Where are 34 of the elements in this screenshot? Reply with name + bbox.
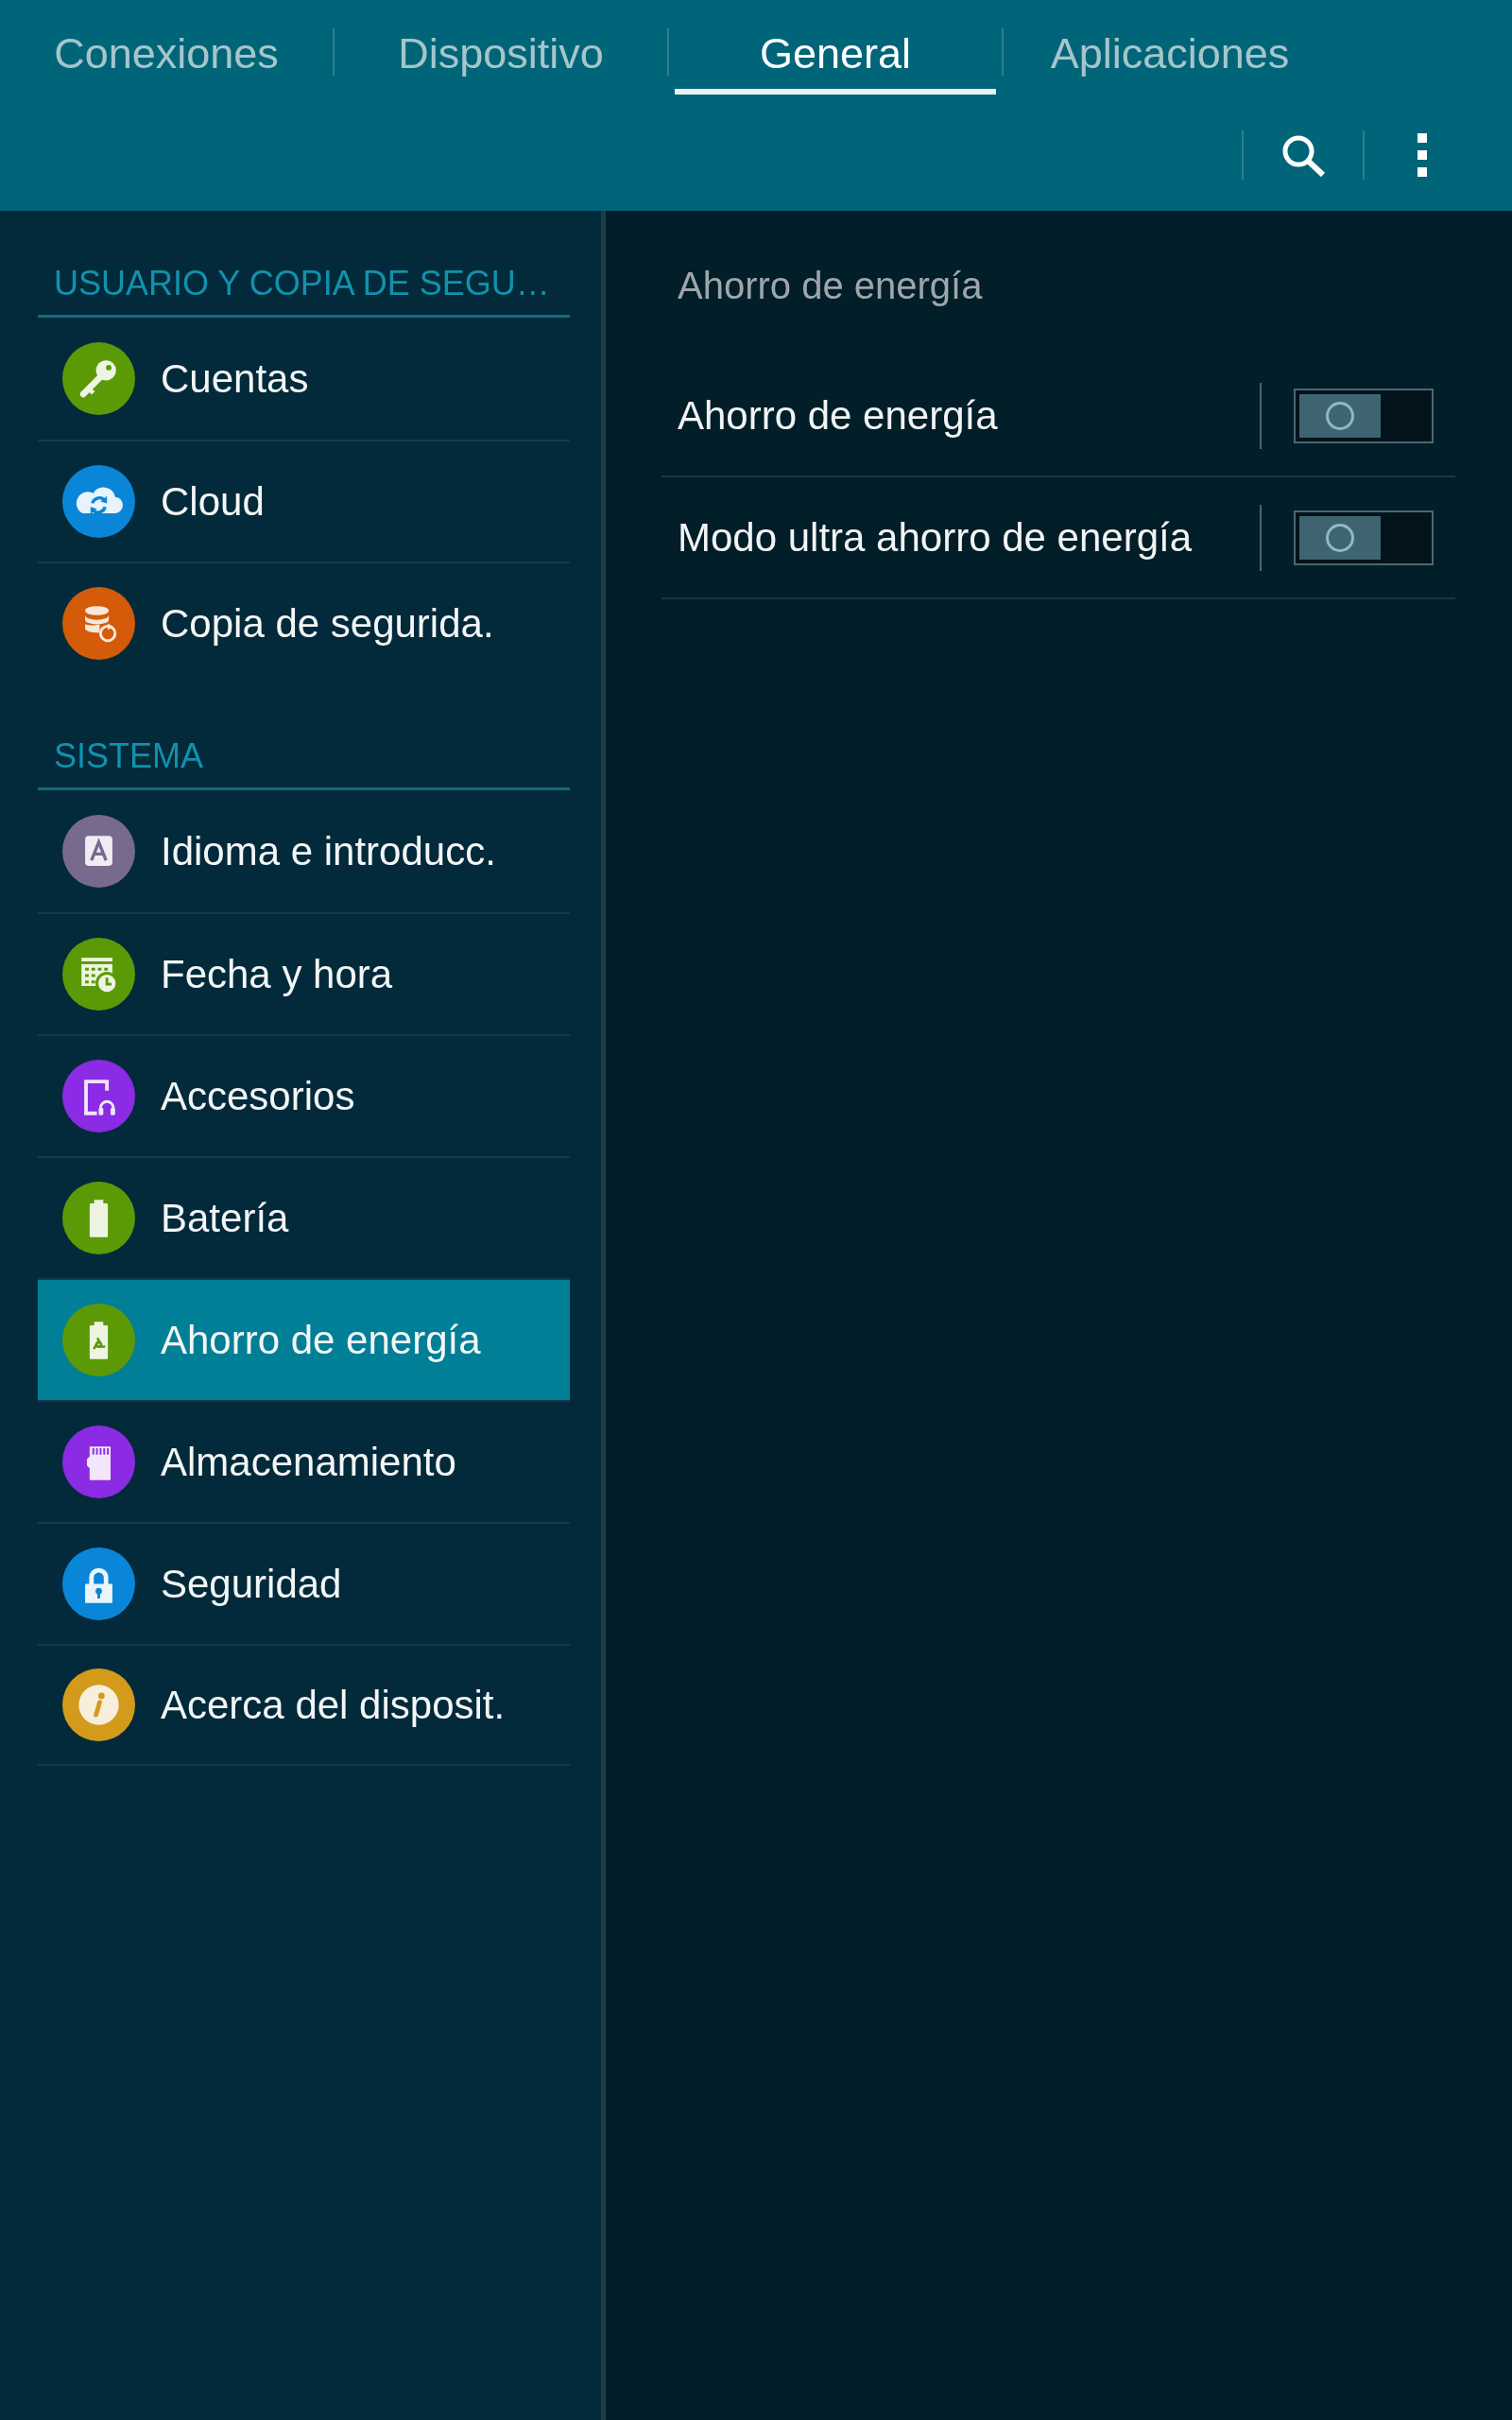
tab[interactable]: Conexiones — [6, 0, 327, 95]
calendar-clock-icon — [62, 938, 135, 1011]
sidebar-item[interactable]: Almacenamiento — [38, 1400, 570, 1522]
info-icon — [62, 1668, 135, 1741]
search-icon — [1280, 133, 1326, 177]
setting-label: Modo ultra ahorro de energía — [678, 514, 1193, 561]
sidebar-item[interactable]: Copia de segurida. — [38, 562, 570, 683]
section-header: SISTEMA — [38, 733, 570, 790]
tab[interactable]: General — [675, 0, 996, 95]
panel-title: Ahorro de energía — [677, 264, 984, 308]
cloud-sync-icon — [62, 465, 135, 538]
tablet-headphones-icon — [62, 1060, 135, 1132]
sidebar-item[interactable]: Cuentas — [38, 318, 570, 440]
toggle-switch[interactable] — [1294, 388, 1434, 443]
toggle-switch[interactable] — [1294, 510, 1434, 565]
sidebar-item[interactable]: Fecha y hora — [38, 912, 570, 1034]
sidebar-item[interactable]: Seguridad — [38, 1522, 570, 1644]
battery-icon — [62, 1182, 135, 1254]
tab[interactable]: Dispositivo — [340, 0, 662, 95]
sidebar-item[interactable]: Accesorios — [38, 1034, 570, 1156]
setting-label: Ahorro de energía — [678, 392, 999, 439]
tab[interactable]: Aplicaciones — [1009, 0, 1331, 95]
database-icon — [62, 587, 135, 660]
search-button[interactable] — [1280, 133, 1326, 177]
battery-recycle-icon — [62, 1304, 135, 1376]
padlock-icon — [62, 1547, 135, 1620]
section-header: USUARIO Y COPIA DE SEGU… — [38, 260, 570, 318]
sidebar-item[interactable]: Cloud — [38, 440, 570, 562]
sd-card-icon — [62, 1426, 135, 1498]
language-icon — [62, 815, 135, 888]
sidebar-item[interactable]: Ahorro de energía — [38, 1278, 570, 1400]
key-icon — [62, 342, 135, 415]
sidebar-item[interactable]: Idioma e introducc. — [38, 790, 570, 912]
sidebar-item[interactable]: Acerca del disposit. — [38, 1644, 570, 1766]
